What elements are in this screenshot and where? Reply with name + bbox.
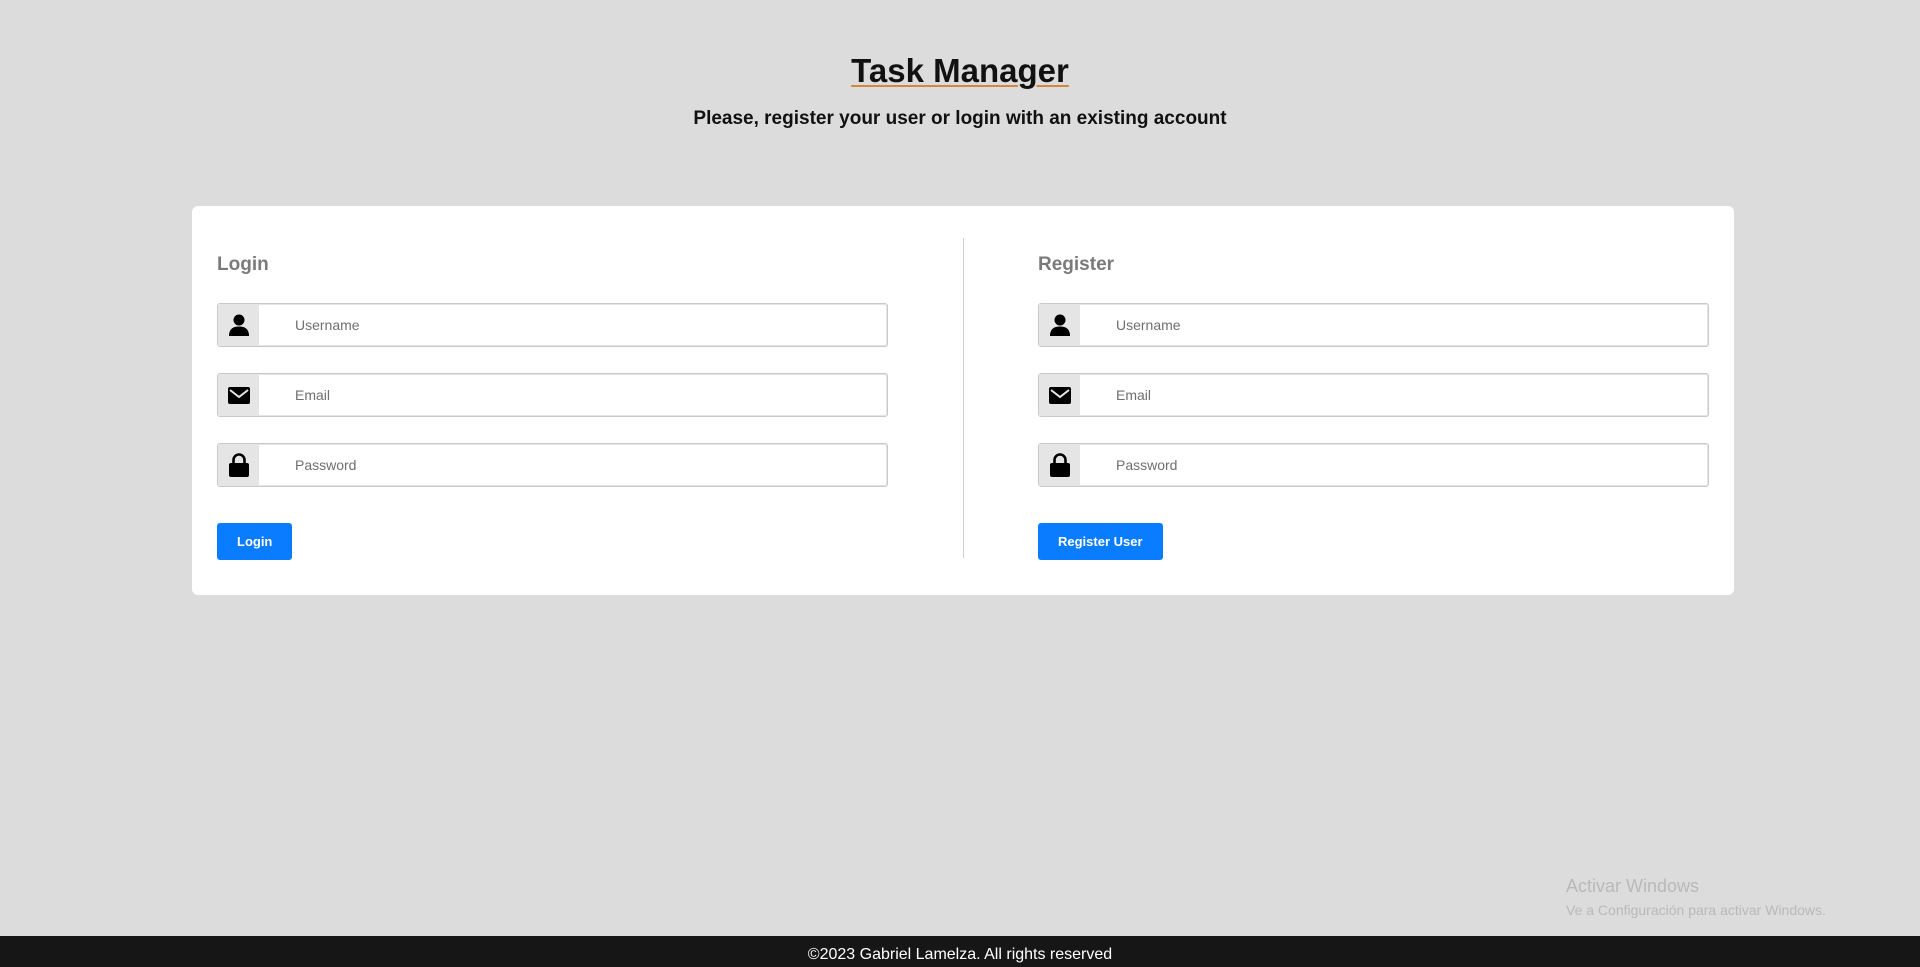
envelope-icon (218, 374, 259, 416)
windows-activation-watermark: Activar Windows Ve a Configuración para … (1566, 876, 1826, 918)
page-footer: ©2023 Gabriel Lamelza. All rights reserv… (0, 936, 1920, 967)
auth-card: Login Login (192, 206, 1734, 595)
envelope-icon (1039, 374, 1080, 416)
login-email-field (217, 373, 888, 417)
register-username-input[interactable] (1080, 304, 1708, 346)
footer-copyright: ©2023 Gabriel Lamelza. All rights reserv… (807, 946, 1113, 963)
login-password-input[interactable] (259, 444, 887, 486)
watermark-title: Activar Windows (1566, 876, 1700, 896)
register-username-field (1038, 303, 1709, 347)
lock-icon (218, 444, 259, 486)
login-username-field (217, 303, 888, 347)
register-email-field (1038, 373, 1709, 417)
login-panel: Login Login (217, 254, 888, 560)
login-button[interactable]: Login (217, 523, 293, 560)
login-title: Login (217, 254, 269, 275)
user-icon (1039, 304, 1080, 346)
register-panel: Register Register User (1038, 254, 1709, 560)
user-icon (218, 304, 259, 346)
login-email-input[interactable] (259, 374, 887, 416)
login-password-field (217, 443, 888, 487)
register-title: Register (1038, 254, 1115, 275)
watermark-subtitle: Ve a Configuración para activar Windows. (1566, 902, 1826, 918)
lock-icon (1039, 444, 1080, 486)
page-subtitle: Please, register your user or login with… (693, 108, 1227, 129)
page-header: Task Manager Please, register your user … (0, 52, 1920, 130)
register-password-field (1038, 443, 1709, 487)
register-password-input[interactable] (1080, 444, 1708, 486)
page-title: Task Manager (851, 52, 1069, 89)
register-email-input[interactable] (1080, 374, 1708, 416)
page: Task Manager Please, register your user … (0, 0, 1920, 967)
panel-divider (963, 238, 964, 558)
register-user-button[interactable]: Register User (1038, 523, 1163, 560)
login-username-input[interactable] (259, 304, 887, 346)
